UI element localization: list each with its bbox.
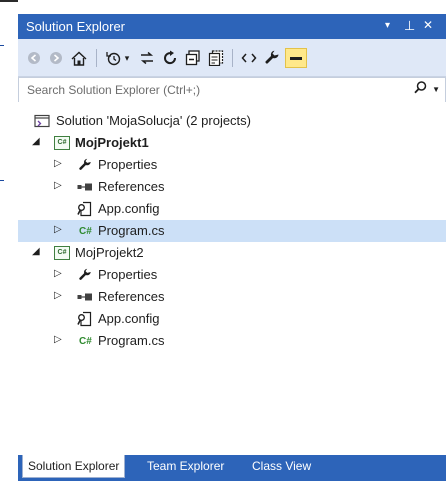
appconfig-label: App.config (98, 201, 160, 216)
tree-item-solution[interactable]: Solution 'MojaSolucja' (2 projects) (18, 110, 446, 132)
editor-background (0, 0, 18, 481)
tree-item-appconfig[interactable]: App.config (18, 198, 446, 220)
solution-icon (34, 113, 50, 129)
tab-solution-explorer[interactable]: Solution Explorer (22, 455, 126, 478)
project-label: MojProjekt2 (75, 245, 144, 260)
collapse-arrow-icon[interactable]: ◢ (32, 136, 40, 147)
search-box[interactable]: ▼ (18, 77, 446, 103)
tab-class-view[interactable]: Class View (247, 455, 316, 477)
csharp-file-icon: C# (79, 225, 92, 237)
config-file-icon (77, 201, 93, 217)
window-position-dropdown-icon[interactable]: ▾ (385, 20, 390, 31)
csharp-file-icon: C# (79, 335, 92, 347)
tree-item-properties[interactable]: ▷ Properties (18, 154, 446, 176)
expand-arrow-icon[interactable]: ▷ (54, 224, 62, 235)
pin-icon[interactable]: ⊥ (404, 18, 415, 34)
preview-selected-items-icon[interactable] (285, 48, 307, 68)
history-dropdown-icon[interactable]: ▾ (122, 49, 132, 67)
tree-item-program-cs-selected[interactable]: ▷ C# Program.cs (18, 220, 446, 242)
bottom-tab-strip: Solution Explorer Team Explorer Class Vi… (18, 455, 446, 481)
expand-arrow-icon[interactable]: ▷ (54, 290, 62, 301)
properties-wrench-icon[interactable] (263, 49, 281, 67)
search-input[interactable] (25, 81, 409, 99)
wrench-icon (78, 157, 92, 173)
tree-item-project[interactable]: ◢ C# MojProjekt2 (18, 242, 446, 264)
program-cs-label: Program.cs (98, 333, 165, 348)
collapse-arrow-icon[interactable]: ◢ (32, 246, 40, 257)
view-code-icon[interactable] (239, 49, 259, 67)
editor-mark (0, 45, 4, 46)
tree-item-appconfig[interactable]: App.config (18, 308, 446, 330)
search-options-dropdown-icon[interactable]: ▼ (432, 85, 440, 94)
config-file-icon (77, 311, 93, 327)
wrench-icon (78, 267, 92, 283)
expand-arrow-icon[interactable]: ▷ (54, 180, 62, 191)
references-icon (77, 179, 93, 195)
panel-title-bar[interactable]: Solution Explorer ▾ ⊥ ✕ (18, 14, 446, 39)
references-label: References (98, 289, 165, 304)
tree-item-project[interactable]: ◢ C# MojProjekt1 (18, 132, 446, 154)
tree-item-program-cs[interactable]: ▷ C# Program.cs (18, 330, 446, 352)
tree-item-references[interactable]: ▷ References (18, 176, 446, 198)
editor-edge (0, 0, 18, 2)
sync-with-active-document-icon[interactable] (138, 49, 156, 67)
back-icon[interactable] (26, 49, 42, 67)
toolbar-separator (232, 49, 233, 67)
home-icon[interactable] (70, 49, 88, 67)
toolbar: ▾ (18, 39, 446, 77)
show-all-files-icon[interactable] (207, 49, 225, 67)
solution-explorer-panel: Solution Explorer ▾ ⊥ ✕ ▾ Search Solutio… (18, 0, 446, 481)
tree-item-references[interactable]: ▷ References (18, 286, 446, 308)
references-icon (77, 289, 93, 305)
project-label: MojProjekt1 (75, 135, 149, 150)
search-icon[interactable] (414, 81, 427, 97)
close-icon[interactable]: ✕ (423, 18, 433, 32)
expand-arrow-icon[interactable]: ▷ (54, 268, 62, 279)
properties-label: Properties (98, 267, 158, 282)
expand-arrow-icon[interactable]: ▷ (54, 158, 62, 169)
tab-team-explorer[interactable]: Team Explorer (142, 455, 229, 477)
program-cs-label: Program.cs (98, 223, 165, 238)
refresh-icon[interactable] (161, 49, 179, 67)
properties-label: Properties (98, 157, 158, 172)
solution-tree: Solution 'MojaSolucja' (2 projects) ◢ C#… (18, 102, 446, 454)
tree-item-properties[interactable]: ▷ Properties (18, 264, 446, 286)
solution-label: Solution 'MojaSolucja' (2 projects) (56, 113, 251, 128)
history-icon[interactable] (104, 49, 122, 67)
collapse-all-icon[interactable] (184, 49, 202, 67)
forward-icon[interactable] (48, 49, 64, 67)
csharp-project-icon: C# (54, 245, 70, 261)
panel-title: Solution Explorer (26, 19, 125, 34)
editor-mark (0, 180, 4, 181)
expand-arrow-icon[interactable]: ▷ (54, 334, 62, 345)
csharp-project-icon: C# (54, 135, 70, 151)
appconfig-label: App.config (98, 311, 160, 326)
references-label: References (98, 179, 165, 194)
toolbar-separator (96, 49, 97, 67)
